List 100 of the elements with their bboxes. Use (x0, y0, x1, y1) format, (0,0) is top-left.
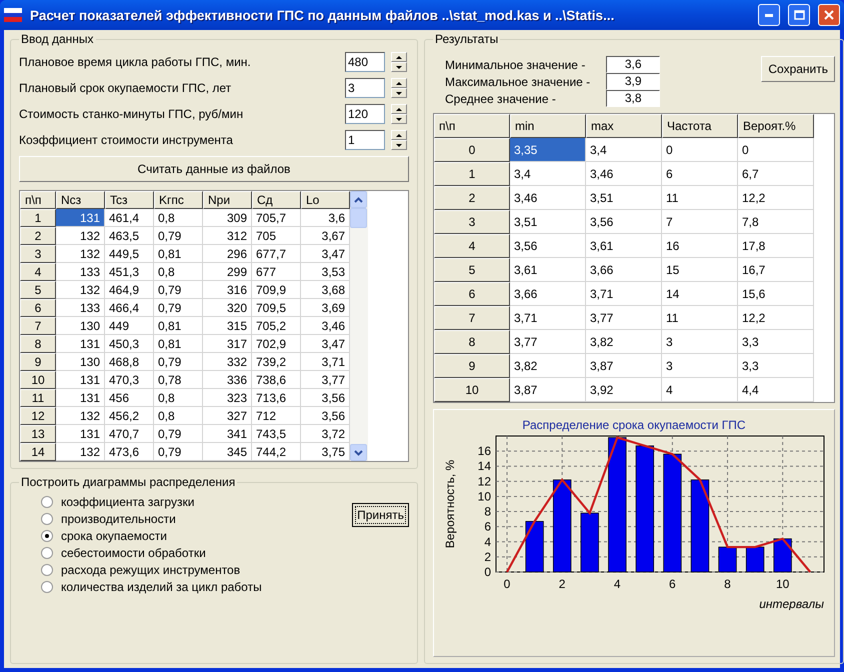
number-field[interactable]: 1 (345, 130, 385, 150)
table-cell[interactable]: 449,5 (105, 245, 154, 263)
table-cell[interactable]: 3,3 (738, 330, 814, 354)
table-cell[interactable]: 336 (203, 371, 252, 389)
table-cell[interactable]: 451,3 (105, 263, 154, 281)
table-cell[interactable]: 17,8 (738, 234, 814, 258)
table-cell[interactable]: 4,4 (738, 378, 814, 402)
radio-button[interactable] (41, 496, 53, 508)
table-cell[interactable]: 468,8 (105, 353, 154, 371)
table-cell[interactable]: 3,4 (510, 162, 586, 186)
apply-button[interactable]: Принять (352, 503, 409, 527)
table-cell[interactable]: 3,87 (586, 354, 662, 378)
table-cell[interactable]: 0,79 (154, 443, 203, 461)
table-cell[interactable]: 0,8 (154, 209, 203, 227)
table-cell[interactable]: 345 (203, 443, 252, 461)
table-cell[interactable]: 0,79 (154, 281, 203, 299)
table-cell[interactable]: 3,71 (301, 353, 350, 371)
table-cell[interactable]: 130 (56, 317, 105, 335)
radio-option[interactable]: срока окупаемости (19, 527, 262, 544)
spin-up-button[interactable] (391, 104, 407, 114)
radio-button[interactable] (41, 564, 53, 576)
table-cell[interactable]: 3,77 (586, 306, 662, 330)
spin-up-button[interactable] (391, 52, 407, 62)
table-cell[interactable]: 312 (203, 227, 252, 245)
table-cell[interactable]: 132 (56, 227, 105, 245)
table-cell[interactable]: 3,67 (301, 227, 350, 245)
table-cell[interactable]: 323 (203, 389, 252, 407)
table-cell[interactable]: 3,46 (510, 186, 586, 210)
scroll-down-button[interactable] (350, 444, 367, 461)
table-cell[interactable]: 0 (662, 138, 738, 162)
radio-option[interactable]: производительности (19, 510, 262, 527)
table-cell[interactable]: 3,71 (586, 282, 662, 306)
table-cell[interactable]: 132 (56, 407, 105, 425)
spin-down-button[interactable] (391, 62, 407, 72)
table-cell[interactable]: 473,6 (105, 443, 154, 461)
table-cell[interactable]: 3,35 (510, 138, 586, 162)
scroll-up-button[interactable] (350, 191, 367, 208)
table-cell[interactable]: 296 (203, 245, 252, 263)
number-field[interactable]: 3 (345, 78, 385, 98)
table-cell[interactable]: 3,51 (586, 186, 662, 210)
column-header[interactable]: min (510, 114, 586, 138)
table-cell[interactable]: 709,5 (252, 299, 301, 317)
table-cell[interactable]: 464,9 (105, 281, 154, 299)
table-cell[interactable]: 456 (105, 389, 154, 407)
table-cell[interactable]: 0,79 (154, 353, 203, 371)
table-cell[interactable]: 7,8 (738, 210, 814, 234)
number-field[interactable]: 480 (345, 52, 385, 72)
table-cell[interactable]: 3,75 (301, 443, 350, 461)
save-button[interactable]: Сохранить (761, 56, 835, 82)
table-cell[interactable]: 6 (662, 162, 738, 186)
table-cell[interactable]: 3,47 (301, 335, 350, 353)
table-cell[interactable]: 3,69 (301, 299, 350, 317)
table-cell[interactable]: 133 (56, 263, 105, 281)
table-cell[interactable]: 320 (203, 299, 252, 317)
table-cell[interactable]: 15 (662, 258, 738, 282)
radio-option[interactable]: коэффициента загрузки (19, 493, 262, 510)
table-cell[interactable]: 15,6 (738, 282, 814, 306)
table-cell[interactable]: 3,51 (510, 210, 586, 234)
table-cell[interactable]: 131 (56, 335, 105, 353)
table-cell[interactable]: 309 (203, 209, 252, 227)
table-cell[interactable]: 712 (252, 407, 301, 425)
table-cell[interactable]: 0 (738, 138, 814, 162)
column-header[interactable]: Kгпс (154, 191, 203, 209)
table-cell[interactable]: 131 (56, 371, 105, 389)
table-cell[interactable]: 705,7 (252, 209, 301, 227)
table-cell[interactable]: 3,72 (301, 425, 350, 443)
table-cell[interactable]: 3,92 (586, 378, 662, 402)
table-cell[interactable]: 739,2 (252, 353, 301, 371)
radio-button[interactable] (41, 580, 53, 592)
table-cell[interactable]: 450,3 (105, 335, 154, 353)
table-cell[interactable]: 11 (662, 306, 738, 330)
table-cell[interactable]: 3,56 (301, 407, 350, 425)
column-header[interactable]: п\п (434, 114, 510, 138)
table-cell[interactable]: 470,3 (105, 371, 154, 389)
table-cell[interactable]: 315 (203, 317, 252, 335)
table-cell[interactable]: 3,82 (586, 330, 662, 354)
column-header[interactable]: Tcз (105, 191, 154, 209)
table-cell[interactable]: 3,56 (586, 210, 662, 234)
table-cell[interactable]: 738,6 (252, 371, 301, 389)
spin-down-button[interactable] (391, 114, 407, 124)
radio-button[interactable] (41, 512, 53, 524)
table-cell[interactable]: 7 (662, 210, 738, 234)
table-cell[interactable]: 130 (56, 353, 105, 371)
table-cell[interactable]: 327 (203, 407, 252, 425)
table-cell[interactable]: 466,4 (105, 299, 154, 317)
table-cell[interactable]: 6,7 (738, 162, 814, 186)
table-cell[interactable]: 461,4 (105, 209, 154, 227)
table-cell[interactable]: 341 (203, 425, 252, 443)
table-cell[interactable]: 3,77 (301, 371, 350, 389)
table-cell[interactable]: 677,7 (252, 245, 301, 263)
table-cell[interactable]: 0,78 (154, 371, 203, 389)
table-cell[interactable]: 0,8 (154, 263, 203, 281)
table-cell[interactable]: 3,3 (738, 354, 814, 378)
minimize-button[interactable] (758, 4, 780, 26)
table-cell[interactable]: 11 (662, 186, 738, 210)
column-header[interactable]: Nри (203, 191, 252, 209)
table-cell[interactable]: 3,68 (301, 281, 350, 299)
table-cell[interactable]: 131 (56, 389, 105, 407)
radio-option[interactable]: расхода режущих инструментов (19, 561, 262, 578)
number-field[interactable]: 120 (345, 104, 385, 124)
